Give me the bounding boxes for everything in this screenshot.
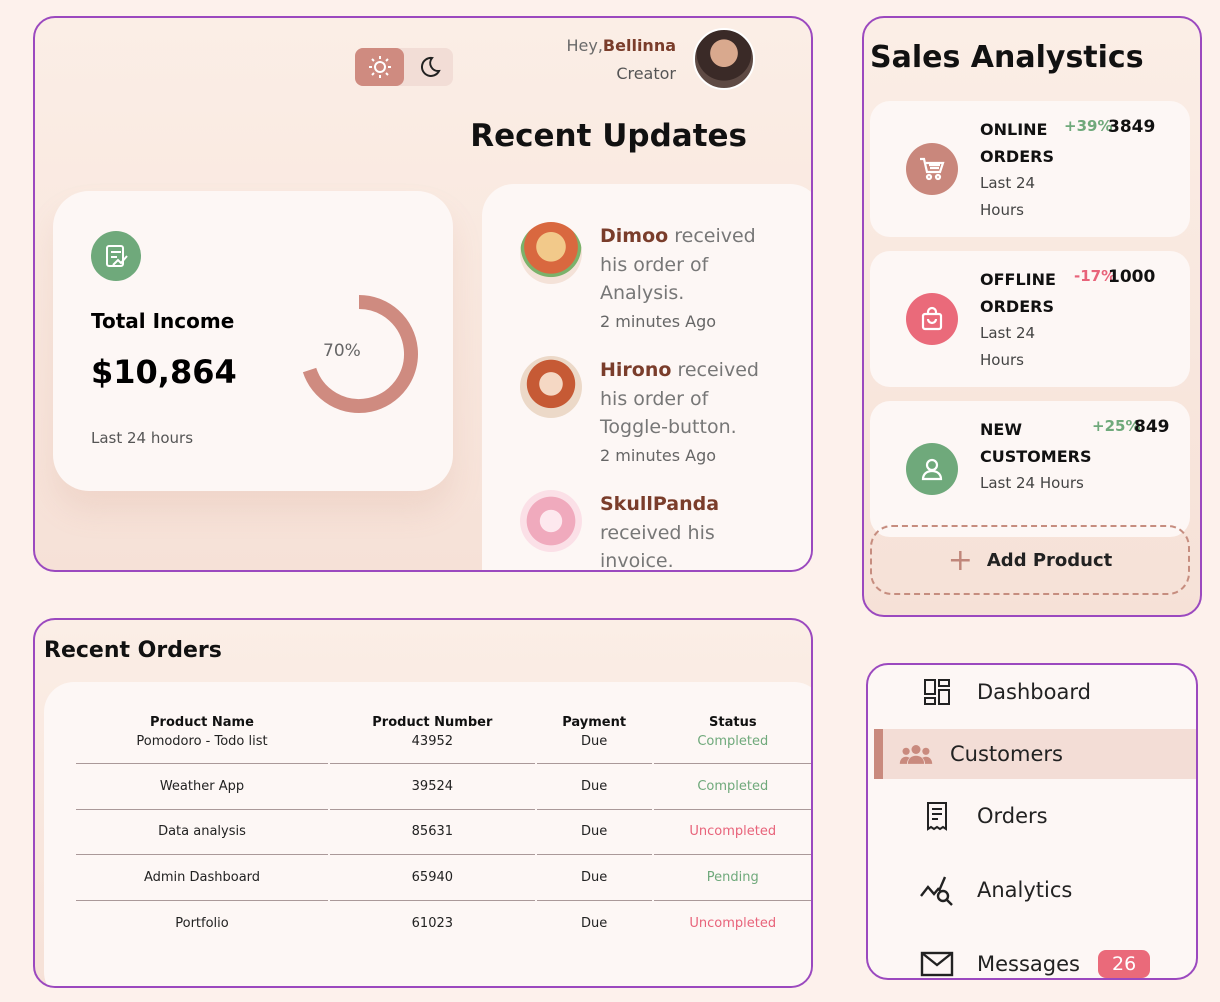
payment: Due (536, 764, 652, 810)
plus-icon: + (947, 542, 973, 578)
sales-label: OFFLINE ORDERS (980, 270, 1056, 316)
payment: Due (536, 810, 652, 855)
nav-label: Analytics (977, 878, 1073, 902)
update-time: 2 minutes Ago (600, 445, 717, 465)
updates-list: Dimoo received his order of Analysis. 2 … (482, 184, 811, 572)
income-title: Total Income (91, 309, 235, 333)
mail-icon (919, 946, 955, 978)
update-name: Hirono (600, 359, 672, 381)
greeting: Hey, (566, 36, 603, 55)
product-name: Data analysis (76, 810, 328, 855)
sales-subtitle: Last 24 Hours (980, 324, 1036, 369)
update-name: Dimoo (600, 225, 669, 247)
product-name: Weather App (76, 764, 328, 810)
total-income-card: Total Income $10,864 70% Last 24 hours (53, 191, 453, 491)
sidebar-item-orders[interactable]: Orders (874, 791, 1196, 841)
status: Pending (653, 855, 811, 901)
sidebar-item-analytics[interactable]: Analytics (874, 865, 1196, 915)
sales-subtitle: Last 24 Hours (980, 174, 1036, 219)
table-row[interactable]: Pomodoro - Todo list 43952 Due Completed (76, 734, 811, 764)
table-row[interactable]: Admin Dashboard 65940 Due Pending (76, 855, 811, 901)
messages-badge: 26 (1097, 950, 1151, 978)
status: Uncompleted (689, 915, 777, 931)
recent-orders-panel: Recent Orders Product Name Product Numbe… (33, 618, 813, 988)
payment: Due (536, 734, 652, 764)
table-row[interactable]: Weather App 39524 Due Completed (76, 764, 811, 810)
add-product-label: Add Product (986, 549, 1113, 571)
bag-icon (906, 293, 958, 345)
status: Uncompleted (653, 810, 811, 855)
sales-analytics-panel: Sales Analystics ONLINE ORDERS Last 24 Ho… (862, 16, 1202, 617)
product-name: Portfolio (175, 915, 229, 931)
sidebar-item-dashboard[interactable]: Dashboard (874, 667, 1196, 717)
profile-info: Hey,Bellinna Creator (566, 32, 676, 88)
sun-icon (368, 56, 391, 78)
sales-value: 849 (1134, 417, 1170, 437)
nav-label: Dashboard (977, 680, 1091, 704)
product-number: 85631 (329, 810, 535, 855)
moon-icon (420, 56, 441, 77)
offline-orders-card[interactable]: OFFLINE ORDERS Last 24 Hours -17% 1000 (870, 251, 1190, 387)
sidebar-item-customers[interactable]: Customers (874, 729, 1196, 779)
dark-mode-button[interactable] (404, 48, 453, 86)
payment: Due (536, 855, 652, 901)
product-number: 61023 (411, 915, 454, 931)
orders-card: Product Name Product Number Payment Stat… (44, 682, 811, 986)
chart-icon (91, 231, 141, 281)
analytics-icon (919, 872, 955, 908)
product-number: 65940 (329, 855, 535, 901)
sales-subtitle: Last 24 Hours (980, 474, 1084, 492)
income-subtitle: Last 24 hours (91, 429, 194, 447)
dashboard-icon (919, 674, 955, 710)
update-avatar (520, 490, 582, 552)
table-row[interactable]: Portfolio 61023 Due Uncompleted (76, 901, 811, 947)
user-icon (906, 443, 958, 495)
nav-label: Messages (977, 952, 1080, 976)
column-header: Payment (562, 714, 627, 730)
income-percent-label: 70% (323, 341, 361, 361)
update-name: SkullPanda (600, 493, 720, 515)
column-header: Product Name (150, 714, 254, 730)
user-name: Bellinna (602, 36, 676, 55)
table-row[interactable]: Data analysis 85631 Due Uncompleted (76, 810, 811, 855)
product-number: 43952 (329, 734, 535, 764)
sales-value: 3849 (1108, 117, 1156, 137)
recent-updates-title: Recent Updates (470, 118, 747, 154)
user-role: Creator (616, 64, 676, 83)
product-number: 39524 (329, 764, 535, 810)
nav-label: Orders (977, 804, 1048, 828)
recent-updates-panel: Hey,Bellinna Creator Recent Updates Tota… (33, 16, 813, 572)
sidebar-nav: Dashboard Customers Orders Analytics Mes… (866, 663, 1198, 980)
theme-toggle[interactable] (355, 48, 453, 86)
profile-avatar[interactable] (693, 28, 755, 90)
sales-change: +39% (1064, 117, 1113, 135)
update-avatar (520, 222, 582, 284)
orders-table: Product Name Product Number Payment Stat… (74, 710, 811, 947)
column-header: Product Number (372, 714, 493, 730)
product-name: Pomodoro - Todo list (76, 734, 328, 764)
online-orders-card[interactable]: ONLINE ORDERS Last 24 Hours +39% 3849 (870, 101, 1190, 237)
cart-icon (906, 143, 958, 195)
update-time: 2 minutes Ago (600, 311, 717, 331)
payment: Due (581, 915, 608, 931)
status: Completed (653, 764, 811, 810)
income-value: $10,864 (91, 353, 237, 391)
update-avatar (520, 356, 582, 418)
add-product-button[interactable]: + Add Product (870, 525, 1190, 595)
receipt-icon (919, 798, 955, 834)
sidebar-item-messages[interactable]: Messages 26 (874, 939, 1196, 978)
light-mode-button[interactable] (355, 48, 404, 86)
sales-label: NEW CUSTOMERS (980, 420, 1092, 466)
status: Completed (653, 734, 811, 764)
new-customers-card[interactable]: NEW CUSTOMERS Last 24 Hours +25% 849 (870, 401, 1190, 537)
customers-icon (898, 736, 934, 772)
sales-label: ONLINE ORDERS (980, 120, 1054, 166)
sales-title: Sales Analystics (870, 40, 1144, 75)
update-message: received his invoice. (600, 521, 715, 572)
sales-value: 1000 (1108, 267, 1156, 287)
column-header: Status (709, 714, 757, 730)
nav-label: Customers (950, 742, 1063, 766)
orders-title: Recent Orders (44, 638, 222, 663)
product-name: Admin Dashboard (76, 855, 328, 901)
